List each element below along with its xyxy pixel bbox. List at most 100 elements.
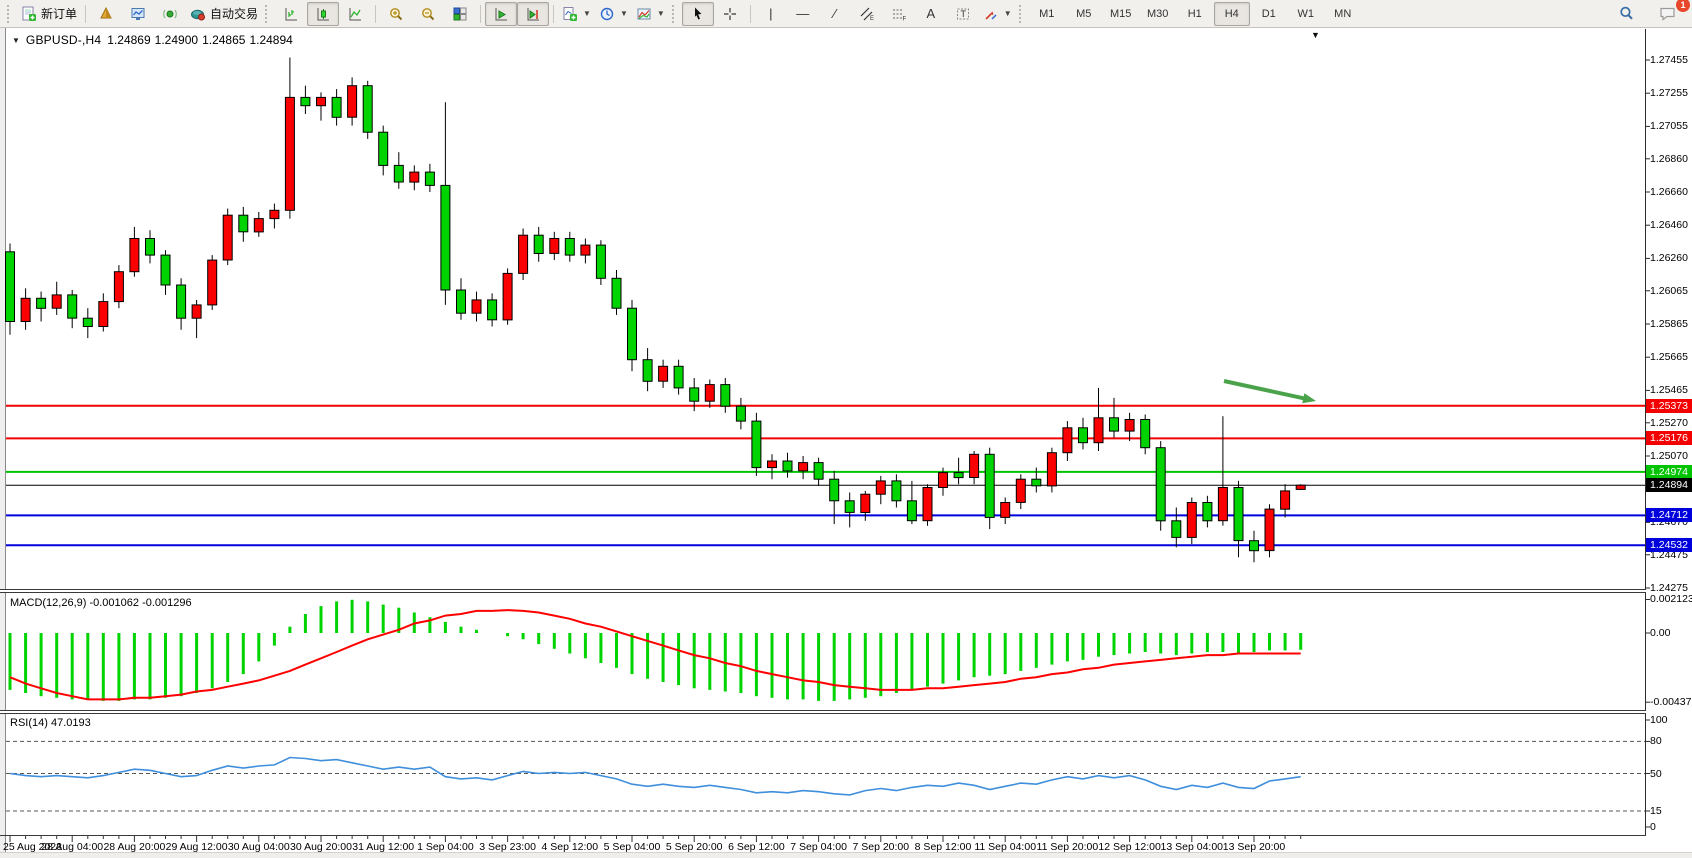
candlestick-chart-button[interactable] bbox=[307, 2, 339, 26]
macd-tick-label: 0.002123 bbox=[1650, 593, 1692, 605]
fibonacci-button[interactable]: F bbox=[883, 2, 915, 26]
timeframe-button-h4[interactable]: H4 bbox=[1214, 2, 1250, 26]
window-bottom-edge bbox=[0, 852, 1692, 858]
line-chart-button[interactable] bbox=[339, 2, 371, 26]
svg-text:F: F bbox=[902, 16, 906, 22]
price-line-tag: 1.24894 bbox=[1646, 478, 1692, 492]
price-axis-line bbox=[1645, 29, 1646, 836]
chat-bubble-icon bbox=[1659, 5, 1677, 22]
macd-tick-label: 0.00 bbox=[1650, 627, 1670, 639]
chevron-down-icon: ▼ bbox=[583, 9, 591, 18]
tile-windows-icon bbox=[452, 6, 468, 22]
chart-title: ▼ GBPUSD-,H4 1.24869 1.24900 1.24865 1.2… bbox=[12, 33, 293, 47]
vertical-line-button[interactable]: | bbox=[755, 2, 787, 26]
rsi-tick-label: 50 bbox=[1650, 768, 1662, 780]
price-line-tag: 1.25176 bbox=[1646, 431, 1692, 445]
macd-tick-label: -0.004378 bbox=[1650, 696, 1692, 708]
line-chart-icon bbox=[347, 6, 363, 22]
symbol-period-label: GBPUSD-,H4 bbox=[26, 33, 101, 47]
search-button[interactable] bbox=[1610, 2, 1642, 26]
price-line-tag: 1.24974 bbox=[1646, 465, 1692, 479]
rsi-tick-label: 0 bbox=[1650, 821, 1656, 833]
toolbar-grip[interactable] bbox=[1019, 5, 1026, 23]
tile-windows-button[interactable] bbox=[444, 2, 476, 26]
timeframe-button-m30[interactable]: M30 bbox=[1140, 2, 1176, 26]
symbols-button[interactable] bbox=[90, 2, 122, 26]
auto-trading-label: 自动交易 bbox=[210, 5, 258, 22]
auto-scroll-button[interactable] bbox=[485, 2, 517, 26]
price-tick-label: 1.25865 bbox=[1650, 318, 1688, 330]
timeframe-button-m1[interactable]: M1 bbox=[1029, 2, 1065, 26]
price-line-tag: 1.24532 bbox=[1646, 538, 1692, 552]
vertical-line-icon: | bbox=[769, 6, 772, 21]
market-watch-icon bbox=[130, 6, 146, 22]
crosshair-button[interactable] bbox=[714, 2, 746, 26]
timeframe-button-m15[interactable]: M15 bbox=[1103, 2, 1139, 26]
notifications-button[interactable]: 1 bbox=[1652, 2, 1684, 26]
templates-button[interactable]: ▼ bbox=[632, 2, 669, 26]
price-tick-label: 1.26660 bbox=[1650, 186, 1688, 198]
window-left-edge bbox=[0, 28, 6, 852]
macd-pane-separator[interactable] bbox=[0, 589, 1646, 593]
timeframe-button-h1[interactable]: H1 bbox=[1177, 2, 1213, 26]
horizontal-line-button[interactable]: — bbox=[787, 2, 819, 26]
price-tick-label: 1.26065 bbox=[1650, 285, 1688, 297]
arrows-tool-button[interactable]: ▼ bbox=[979, 2, 1016, 26]
price-tick-label: 1.26460 bbox=[1650, 219, 1688, 231]
cursor-button[interactable] bbox=[682, 2, 714, 26]
toolbar: 新订单 自动交易 bbox=[0, 0, 1692, 28]
search-icon bbox=[1618, 5, 1635, 22]
collapse-arrow-icon[interactable]: ▼ bbox=[12, 36, 20, 45]
svg-text:T: T bbox=[960, 9, 966, 19]
price-tick-label: 1.26860 bbox=[1650, 153, 1688, 165]
toolbar-grip[interactable] bbox=[265, 5, 272, 23]
bar-chart-button[interactable] bbox=[275, 2, 307, 26]
text-icon: A bbox=[926, 6, 935, 21]
periods-button[interactable]: ▼ bbox=[595, 2, 632, 26]
toolbar-grip[interactable] bbox=[672, 5, 679, 23]
time-axis-line bbox=[0, 835, 1646, 836]
price-tick-label: 1.24870 bbox=[1650, 483, 1688, 495]
chart-shift-button[interactable] bbox=[517, 2, 549, 26]
fibonacci-icon: F bbox=[891, 6, 907, 22]
new-order-button[interactable]: 新订单 bbox=[17, 2, 81, 26]
price-tick-label: 1.27455 bbox=[1650, 54, 1688, 66]
template-icon bbox=[636, 6, 652, 22]
trendline-button[interactable]: ∕ bbox=[819, 2, 851, 26]
text-label-icon: T bbox=[955, 6, 971, 22]
zoom-out-button[interactable] bbox=[412, 2, 444, 26]
equidistant-channel-button[interactable]: E bbox=[851, 2, 883, 26]
symbols-cone-icon bbox=[98, 6, 114, 22]
chart-window[interactable]: ▼ GBPUSD-,H4 1.24869 1.24900 1.24865 1.2… bbox=[0, 28, 1692, 858]
auto-scroll-icon bbox=[493, 6, 509, 22]
ohlc-high: 1.24900 bbox=[155, 33, 198, 47]
rsi-tick-label: 100 bbox=[1650, 714, 1668, 726]
timeframe-button-w1[interactable]: W1 bbox=[1288, 2, 1324, 26]
crosshair-icon bbox=[722, 6, 738, 22]
rsi-pane-separator[interactable] bbox=[0, 710, 1646, 714]
timeframe-button-d1[interactable]: D1 bbox=[1251, 2, 1287, 26]
timeframe-button-mn[interactable]: MN bbox=[1325, 2, 1361, 26]
chart-shift-marker-icon[interactable]: ▼ bbox=[1311, 30, 1320, 40]
cursor-icon bbox=[690, 6, 706, 22]
text-label-button[interactable]: T bbox=[947, 2, 979, 26]
text-button[interactable]: A bbox=[915, 2, 947, 26]
chart-shift-icon bbox=[525, 6, 541, 22]
market-watch-button[interactable] bbox=[122, 2, 154, 26]
auto-trading-button[interactable]: 自动交易 bbox=[186, 2, 262, 26]
price-line-tag: 1.25373 bbox=[1646, 399, 1692, 413]
svg-text:E: E bbox=[870, 16, 874, 22]
zoom-in-button[interactable] bbox=[380, 2, 412, 26]
notification-badge: 1 bbox=[1676, 0, 1690, 12]
indicators-button[interactable]: ▼ bbox=[558, 2, 595, 26]
toolbar-grip[interactable] bbox=[7, 5, 14, 23]
ohlc-open: 1.24869 bbox=[107, 33, 150, 47]
auto-trading-icon bbox=[190, 6, 206, 22]
bar-chart-icon bbox=[283, 6, 299, 22]
indicators-icon bbox=[562, 6, 578, 22]
chevron-down-icon: ▼ bbox=[620, 9, 628, 18]
timeframe-button-m5[interactable]: M5 bbox=[1066, 2, 1102, 26]
zoom-in-icon bbox=[388, 6, 404, 22]
signals-button[interactable] bbox=[154, 2, 186, 26]
timeframe-toolbar: M1M5M15M30H1H4D1W1MN bbox=[1029, 2, 1361, 26]
